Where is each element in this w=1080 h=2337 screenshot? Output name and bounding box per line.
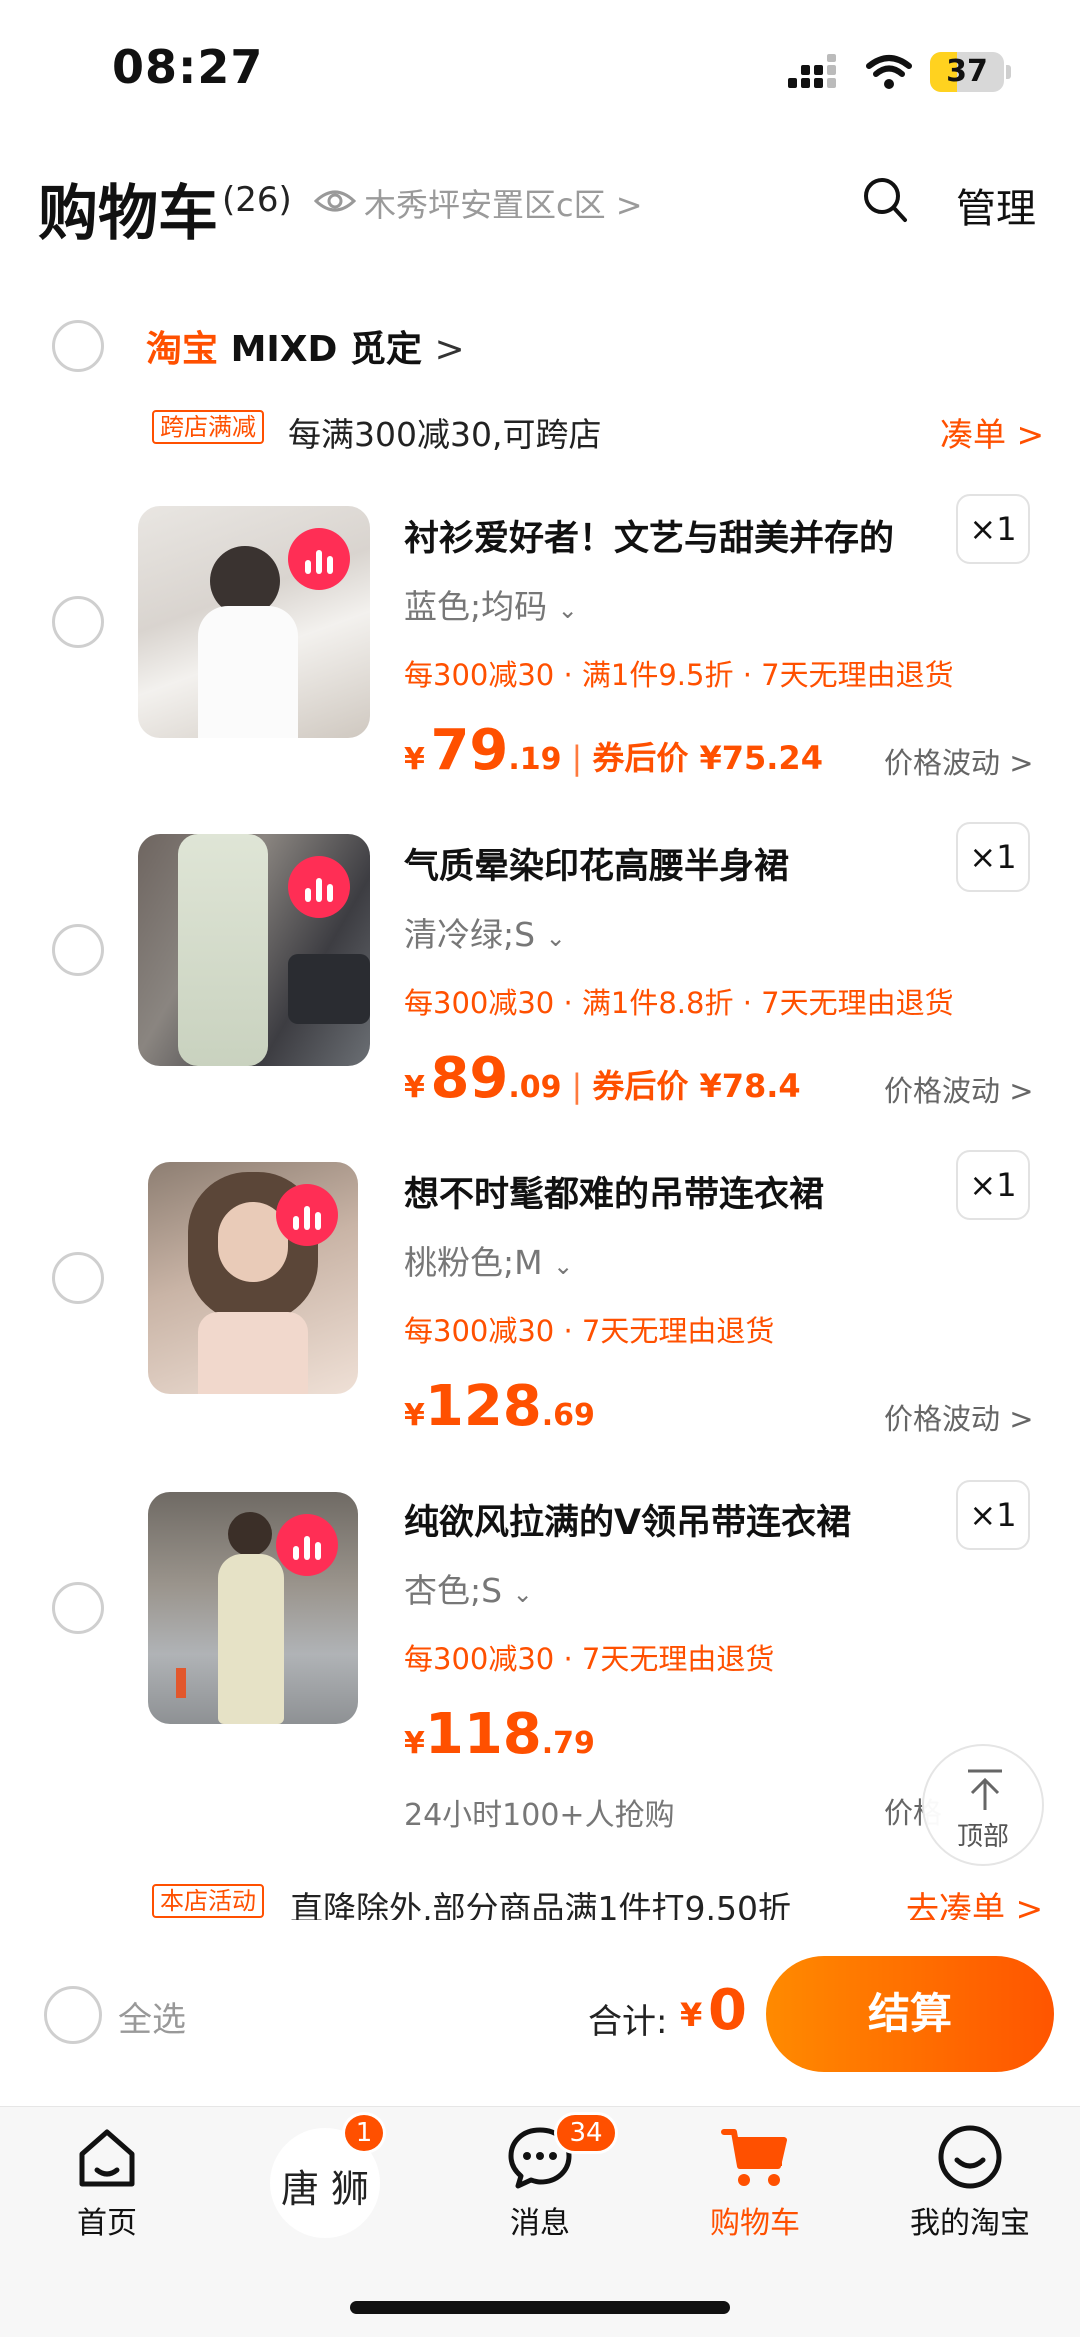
sku-selector[interactable]: 桃粉色;M ⌄ <box>404 1236 573 1284</box>
price-chart-icon <box>276 1184 338 1246</box>
home-icon <box>79 2129 135 2187</box>
tab-cart[interactable]: 购物车 <box>665 2116 845 2241</box>
price-fluctuation-link[interactable]: 价格波动 > <box>884 1068 1034 1110</box>
item-title[interactable]: 纯欲风拉满的V领吊带连衣裙 <box>404 1494 851 1545</box>
total-label: 合计: <box>588 2002 668 2042</box>
home-indicator <box>350 2301 730 2314</box>
item-price: ¥ 79.19 | 券后价 ¥75.24 <box>404 718 823 783</box>
eye-icon <box>314 190 356 212</box>
tangshi-logo-text: 唐 狮 <box>280 2167 370 2211</box>
product-image[interactable] <box>138 834 370 1066</box>
product-image[interactable] <box>138 506 370 738</box>
tab-messages-label: 消息 <box>510 2206 570 2241</box>
item-promo: 每300减30 · 7天无理由退货 <box>404 1642 775 1676</box>
chevron-down-icon: ⌄ <box>512 1580 533 1608</box>
store-title[interactable]: 淘宝 MIXD 觅定 > <box>146 320 465 372</box>
item-promo: 每300减30 · 7天无理由退货 <box>404 1314 775 1348</box>
item-title[interactable]: 想不时髦都难的吊带连衣裙 <box>404 1166 824 1217</box>
store-activity-tag: 本店活动 <box>152 1884 264 1918</box>
select-all-checkbox[interactable] <box>44 1986 102 2044</box>
cellular-signal-icon <box>788 54 836 88</box>
product-image[interactable] <box>148 1492 358 1724</box>
search-icon[interactable] <box>862 176 908 224</box>
item-select-checkbox[interactable] <box>52 596 104 648</box>
item-price: ¥118.79 <box>404 1702 595 1767</box>
item-price: ¥ 89.09 | 券后价 ¥78.4 <box>404 1046 801 1111</box>
delivery-address[interactable]: 木秀坪安置区c区 > <box>364 180 643 226</box>
chevron-down-icon: ⌄ <box>553 1252 574 1280</box>
quantity-selector[interactable]: ×1 <box>956 1480 1030 1550</box>
cross-store-tag: 跨店满减 <box>152 410 264 444</box>
battery-indicator: 37 <box>930 52 1012 92</box>
sku-selector[interactable]: 清冷绿;S ⌄ <box>404 908 566 956</box>
sku-text: 蓝色;均码 <box>404 587 548 626</box>
taobao-brand: 淘宝 <box>146 329 219 370</box>
chevron-down-icon: ⌄ <box>557 596 578 624</box>
quantity-selector[interactable]: ×1 <box>956 494 1030 564</box>
cart-count: (26) <box>222 180 292 220</box>
chevron-right-icon: > <box>434 329 465 370</box>
sku-text: 桃粉色;M <box>404 1243 543 1282</box>
total-currency: ¥ <box>680 1996 703 2034</box>
tab-cart-label: 购物车 <box>710 2206 800 2241</box>
total-amount: 0 <box>708 1978 747 2043</box>
messages-badge: 34 <box>554 2112 618 2154</box>
item-select-checkbox[interactable] <box>52 924 104 976</box>
item-select-checkbox[interactable] <box>52 1252 104 1304</box>
add-on-link[interactable]: 凑单 > <box>940 408 1044 456</box>
back-to-top-button[interactable]: 顶部 <box>922 1744 1044 1866</box>
tangshi-badge: 1 <box>342 2112 386 2154</box>
back-to-top-label: 顶部 <box>956 1822 1009 1852</box>
cart-icon <box>721 2129 787 2186</box>
store-activity-row[interactable]: 本店活动 直降除外,部分商品满1件打9.50折 去凑单 > <box>0 1880 1080 1920</box>
battery-level-text: 37 <box>946 54 988 89</box>
item-title[interactable]: 衬衫爱好者！文艺与甜美并存的 <box>404 510 894 561</box>
select-all-label[interactable]: 全选 <box>118 1992 186 2041</box>
store-name: MIXD 觅定 <box>230 329 422 370</box>
item-promo: 每300减30 · 满1件8.8折 · 7天无理由退货 <box>404 986 954 1020</box>
price-chart-icon <box>288 856 350 918</box>
price-chart-icon <box>276 1514 338 1576</box>
sku-selector[interactable]: 蓝色;均码 ⌄ <box>404 580 578 628</box>
price-chart-icon <box>288 528 350 590</box>
item-select-checkbox[interactable] <box>52 1582 104 1634</box>
sku-text: 杏色;S <box>404 1571 503 1610</box>
store-activity-link[interactable]: 去凑单 > <box>906 1882 1043 1920</box>
tab-home-label: 首页 <box>77 2206 137 2241</box>
quantity-selector[interactable]: ×1 <box>956 822 1030 892</box>
checkout-button[interactable]: 结算 <box>766 1956 1054 2072</box>
price-fluctuation-link[interactable]: 价格波动 > <box>884 740 1034 782</box>
store-activity-text: 直降除外,部分商品满1件打9.50折 <box>290 1889 791 1920</box>
tab-home[interactable]: 首页 <box>17 2116 197 2241</box>
item-promo: 每300减30 · 满1件9.5折 · 7天无理由退货 <box>404 658 954 692</box>
coupon-price: 券后价 ¥75.24 <box>592 739 823 777</box>
store-select-checkbox[interactable] <box>52 320 104 372</box>
status-time: 08:27 <box>112 40 264 94</box>
sku-text: 清冷绿;S <box>404 915 536 954</box>
chevron-down-icon: ⌄ <box>545 924 566 952</box>
product-image[interactable] <box>148 1162 358 1394</box>
coupon-price: 券后价 ¥78.4 <box>592 1067 801 1105</box>
sku-selector[interactable]: 杏色;S ⌄ <box>404 1564 533 1612</box>
item-title[interactable]: 气质晕染印花高腰半身裙 <box>404 838 789 889</box>
item-price: ¥128.69 <box>404 1374 595 1439</box>
tab-my-taobao-label: 我的淘宝 <box>910 2206 1030 2241</box>
hot-sales-text: 24小时100+人抢购 <box>404 1798 675 1833</box>
price-fluctuation-link[interactable]: 价格波动 > <box>884 1396 1034 1438</box>
arrow-up-icon <box>968 1769 1002 1810</box>
manage-button[interactable]: 管理 <box>956 176 1036 234</box>
cross-store-promo-text: 每满300减30,可跨店 <box>288 415 602 454</box>
wifi-icon <box>866 55 912 89</box>
smile-face-icon <box>938 2125 1002 2189</box>
page-title: 购物车 <box>38 179 218 249</box>
quantity-selector[interactable]: ×1 <box>956 1150 1030 1220</box>
tab-my-taobao[interactable]: 我的淘宝 <box>880 2116 1060 2241</box>
